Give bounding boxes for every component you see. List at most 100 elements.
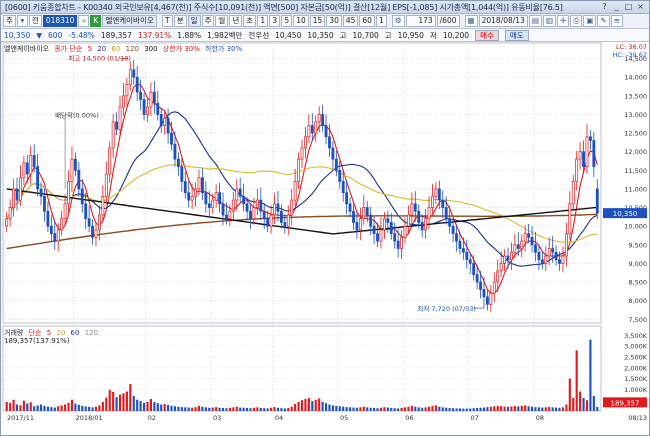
volume-bar	[12, 399, 15, 411]
volume-bar	[94, 406, 98, 411]
candle-body	[437, 188, 441, 201]
candle-body	[328, 136, 331, 149]
volume-bar	[84, 406, 87, 411]
volume-bar	[335, 405, 338, 411]
volume-bar	[184, 407, 187, 411]
volume-bar	[245, 407, 249, 411]
volume-bar	[462, 408, 465, 411]
candle-body	[218, 192, 222, 205]
candle-body	[197, 177, 201, 190]
candle-body	[46, 210, 50, 227]
x-tick-label: 06	[405, 414, 413, 422]
volume-bar	[239, 407, 242, 411]
candle-body	[8, 207, 12, 220]
volume-bar	[125, 391, 128, 411]
candle-body	[235, 188, 239, 201]
candle-body	[492, 281, 496, 294]
candle-body	[448, 218, 452, 227]
price-tick-label: 13,000	[624, 111, 647, 119]
volume-bar	[88, 406, 91, 411]
candle-body	[472, 263, 476, 275]
volume-bar	[486, 407, 489, 411]
candle-body	[108, 147, 112, 175]
volume-bar	[187, 407, 190, 411]
candle-body	[139, 91, 143, 100]
volume-bar	[589, 339, 592, 411]
volume-bar	[565, 404, 568, 411]
candle-body	[279, 210, 283, 223]
candle-body	[499, 263, 503, 272]
volume-bar	[465, 408, 468, 411]
candle-body	[225, 214, 228, 220]
candle-body	[152, 91, 156, 104]
volume-bar	[524, 405, 527, 411]
candle-body	[201, 177, 204, 194]
price-tick-label: 7,500	[628, 316, 647, 324]
volume-bar	[469, 408, 472, 411]
volume-bar	[270, 407, 273, 411]
price-tick-label: 11,500	[624, 167, 647, 175]
candle-body	[300, 147, 304, 160]
candle-body	[352, 210, 355, 223]
candle-body	[146, 106, 149, 115]
volume-bar	[572, 398, 575, 411]
candle-body	[19, 177, 22, 201]
price-tick-label: 12,000	[624, 148, 647, 156]
volume-bar	[129, 383, 132, 411]
candle-body	[214, 192, 218, 201]
candle-body	[111, 121, 115, 149]
price-tick-label: 8,500	[628, 279, 647, 287]
volume-bar	[36, 405, 39, 411]
candle-body	[5, 218, 9, 227]
candle-body	[67, 181, 70, 205]
candle-body	[396, 240, 400, 249]
volume-bar	[232, 407, 235, 411]
candle-body	[444, 207, 448, 220]
candle-body	[249, 210, 252, 220]
candle-body	[231, 199, 235, 212]
volume-bar	[221, 407, 225, 411]
volume-bar	[167, 404, 170, 411]
volume-bar	[5, 401, 8, 411]
volume-bar	[400, 407, 403, 411]
volume-tick-label: 1,000K	[624, 386, 648, 394]
candle-body	[297, 158, 300, 182]
volume-bar	[331, 405, 334, 411]
volume-bar	[314, 399, 317, 411]
candle-body	[304, 136, 307, 149]
candle-body	[468, 259, 472, 264]
candle-body	[187, 192, 191, 201]
volume-bar	[452, 408, 455, 411]
volume-bar	[417, 407, 420, 411]
volume-tick-label: 2,000K	[624, 364, 648, 372]
volume-badge: 189,357	[611, 399, 640, 407]
candle-body	[70, 158, 74, 182]
volume-bar	[146, 401, 149, 411]
volume-bar	[235, 406, 238, 411]
candle-body	[427, 207, 431, 220]
candle-body	[334, 158, 338, 171]
candle-body	[314, 121, 318, 134]
volume-bar	[448, 407, 451, 411]
candle-body	[293, 181, 297, 201]
volume-bar	[81, 405, 84, 411]
candle-body	[382, 218, 386, 231]
price-chart[interactable]: 14,50014,00013,50013,00012,50012,00011,5…	[1, 1, 649, 435]
volume-bar	[9, 402, 12, 411]
volume-bar	[46, 406, 49, 411]
x-tick-label: 03	[213, 414, 221, 422]
volume-bar	[153, 401, 156, 411]
volume-bar	[386, 407, 389, 411]
volume-bar	[108, 389, 111, 411]
candle-body	[506, 255, 510, 261]
candle-body	[98, 214, 101, 231]
hc-label: HC: -39.62	[612, 51, 647, 59]
volume-bar	[173, 406, 177, 411]
candle-body	[204, 192, 208, 205]
candle-body	[242, 196, 246, 205]
candle-body	[29, 155, 33, 175]
volume-bar	[472, 408, 475, 411]
candle-body	[365, 207, 369, 216]
candle-body	[434, 188, 438, 197]
low-annotation: 최저 7,720 (07/03)	[417, 304, 476, 313]
